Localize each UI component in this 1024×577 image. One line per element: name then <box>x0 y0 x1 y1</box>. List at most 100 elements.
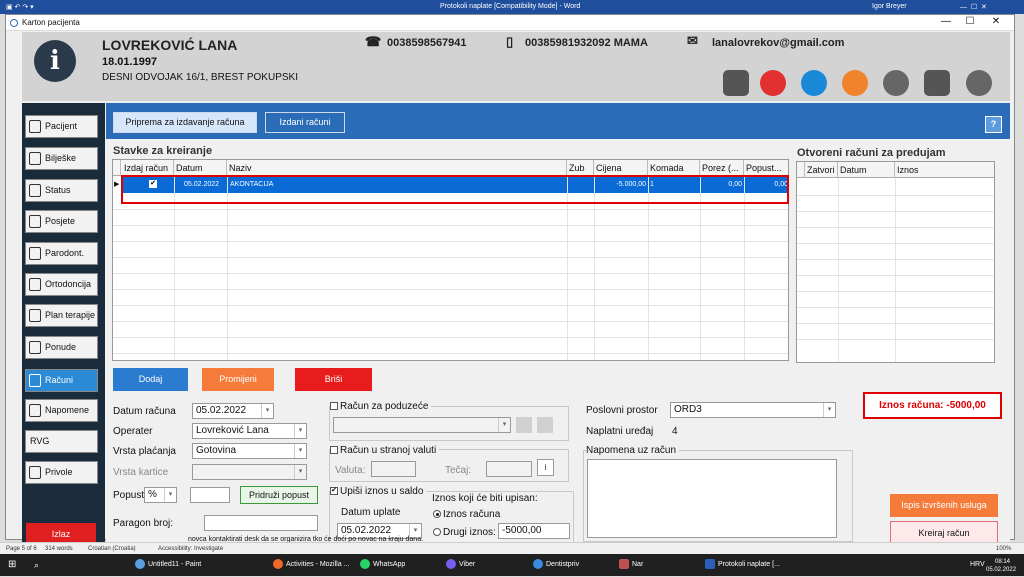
status-accessibility[interactable]: Accessibility: Investigate <box>158 546 223 552</box>
business-space-select[interactable]: ORD3 ▾ <box>670 402 836 418</box>
taskbar-app-paint[interactable]: Untitled11 - Paint <box>135 558 201 572</box>
sidebar-item-plan-terapije[interactable]: Plan terapije <box>25 304 98 327</box>
bell-icon[interactable] <box>966 70 992 96</box>
status-language[interactable]: Croatian (Croatia) <box>88 546 136 552</box>
col-izdaj[interactable]: Izdaj račun <box>122 160 174 176</box>
radio-invoice[interactable] <box>433 510 441 519</box>
taskbar-language[interactable]: HRV <box>970 558 985 572</box>
discount-unit-select[interactable]: % ▾ <box>144 487 177 503</box>
open-invoices-grid[interactable]: Zatvori Datum Iznos <box>796 161 995 363</box>
currency-info-button[interactable]: i <box>537 459 554 476</box>
taskbar-app-nar[interactable]: Nar <box>619 558 643 572</box>
option-other-amount[interactable]: Drugi iznos: <box>433 527 496 538</box>
col-komada[interactable]: Komada <box>648 160 700 176</box>
tab-priprema[interactable]: Priprema za izdavanje računa <box>113 112 257 133</box>
sidebar-item-posjete[interactable]: Posjete <box>25 210 98 233</box>
discount-input[interactable] <box>190 487 230 503</box>
col-popust[interactable]: Popust... <box>744 160 788 176</box>
sidebar-item-racuni[interactable]: Računi <box>25 369 98 392</box>
status-zoom[interactable]: 100% <box>996 546 1011 552</box>
close-button[interactable]: ✕ <box>984 16 1008 27</box>
status-page[interactable]: Page 5 of 6 <box>6 546 37 552</box>
amount-title: Iznos koji će biti upisan: <box>432 493 538 504</box>
other-amount-input[interactable]: -5000,00 <box>498 523 570 539</box>
sidebar-item-ponude[interactable]: Ponude <box>25 336 98 359</box>
receipt-number-input[interactable] <box>204 515 318 531</box>
word-window-controls[interactable]: — ☐ ✕ <box>960 3 987 11</box>
word-quick-access-icons[interactable]: ▣ ↶ ↷ ▾ <box>6 3 34 11</box>
col-cijena[interactable]: Cijena <box>594 160 648 176</box>
status-words[interactable]: 314 words <box>45 546 73 552</box>
sidebar-item-rvg[interactable]: RVG <box>25 430 98 453</box>
taskbar-date[interactable]: 05.02.2022 <box>986 563 1016 577</box>
company-edit-button[interactable] <box>537 417 553 433</box>
patient-phone: 0038598567941 <box>387 37 467 49</box>
mail-icon[interactable] <box>760 70 786 96</box>
operator-select[interactable]: Lovreković Lana ▾ <box>192 423 307 439</box>
col-iznos[interactable]: Iznos <box>895 162 994 178</box>
word-user[interactable]: Igor Breyer <box>872 3 907 10</box>
attach-discount-button[interactable]: Pridruži popust <box>240 486 318 504</box>
rate-input[interactable] <box>486 461 532 477</box>
maximize-button[interactable]: ☐ <box>958 16 982 27</box>
company-select[interactable]: ▾ <box>333 417 511 433</box>
tab-izdani-racuni[interactable]: Izdani računi <box>265 112 345 133</box>
taskbar-app-word[interactable]: Protokoli naplate [... <box>705 558 780 572</box>
print-services-button[interactable]: Ispis izvršenih usluga <box>890 494 998 517</box>
patient-header: i LOVREKOVIĆ LANA 18.01.1997 DESNI ODVOJ… <box>22 32 1010 101</box>
word-icon <box>705 559 715 570</box>
app-icon <box>10 19 18 27</box>
sidebar-item-biljeske[interactable]: Bilješke <box>25 147 98 170</box>
company-add-button[interactable] <box>516 417 532 433</box>
balance-check[interactable]: ✔ <box>330 487 338 496</box>
sidebar-item-ortodoncija[interactable]: Ortodoncija <box>25 273 98 296</box>
col-datum[interactable]: Datum <box>174 160 227 176</box>
radio-other[interactable] <box>433 528 441 537</box>
taskbar-app-viber[interactable]: Viber <box>446 558 475 572</box>
search-icon[interactable]: ⌕ <box>34 558 39 572</box>
create-invoice-button[interactable]: Kreiraj račun <box>890 521 998 544</box>
col-open-datum[interactable]: Datum <box>838 162 895 178</box>
delete-button[interactable]: Briši <box>295 368 372 391</box>
group-icon[interactable] <box>883 70 909 96</box>
sidebar-item-privole[interactable]: Privole <box>25 461 98 484</box>
col-zub[interactable]: Zub <box>567 160 594 176</box>
sidebar-item-pacijent[interactable]: Pacijent <box>25 115 98 138</box>
add-button[interactable]: Dodaj <box>113 368 188 391</box>
sidebar-item-napomene[interactable]: Napomene <box>25 399 98 422</box>
foreign-currency-checkbox[interactable]: Račun u stranoj valuti <box>330 445 440 456</box>
taskbar-app-dentistpriv[interactable]: Dentistpriv <box>533 558 579 572</box>
note-textarea[interactable] <box>587 459 837 538</box>
taskbar-app-whatsapp[interactable]: WhatsApp <box>360 558 405 572</box>
chevron-down-icon: ▾ <box>823 403 835 417</box>
minimize-button[interactable]: — <box>934 16 958 27</box>
col-porez[interactable]: Porez (... <box>700 160 744 176</box>
help-button[interactable]: ? <box>985 116 1002 133</box>
card-reader-icon[interactable] <box>723 70 749 96</box>
balance-checkbox[interactable]: ✔ Upiši iznos u saldo <box>330 486 427 497</box>
patient-email: lanalovrekov@gmail.com <box>712 37 845 49</box>
foreign-check[interactable] <box>330 446 338 455</box>
sms-icon[interactable] <box>801 70 827 96</box>
col-naziv[interactable]: Naziv <box>227 160 567 176</box>
payment-type-select[interactable]: Gotovina ▾ <box>192 443 307 459</box>
company-check[interactable] <box>330 402 338 411</box>
option-invoice-amount[interactable]: Iznos računa <box>433 509 500 520</box>
invoice-date-field[interactable]: 05.02.2022 ▾ <box>192 403 274 419</box>
card-type-select[interactable]: ▾ <box>192 464 307 480</box>
change-button[interactable]: Promijeni <box>202 368 274 391</box>
invoice-date-label: Datum računa <box>113 406 176 417</box>
clipboard-icon[interactable] <box>924 70 950 96</box>
phone-icon: ☎ <box>365 34 382 49</box>
sidebar-item-status[interactable]: Status <box>25 179 98 202</box>
calendar-icon[interactable]: ▾ <box>261 404 273 418</box>
sidebar-item-parodont[interactable]: Parodont. <box>25 242 98 265</box>
windows-start-icon[interactable]: ⊞ <box>8 558 16 572</box>
company-checkbox[interactable]: Račun za poduzeće <box>330 401 432 412</box>
taskbar-app-firefox[interactable]: Activities - Mozilla ... <box>273 558 349 572</box>
billing-device-label: Naplatni uređaj <box>586 426 654 437</box>
currency-input[interactable] <box>371 461 416 477</box>
col-zatvori[interactable]: Zatvori <box>805 162 838 178</box>
search-document-icon[interactable] <box>842 70 868 96</box>
chevron-down-icon: ▾ <box>294 465 306 479</box>
